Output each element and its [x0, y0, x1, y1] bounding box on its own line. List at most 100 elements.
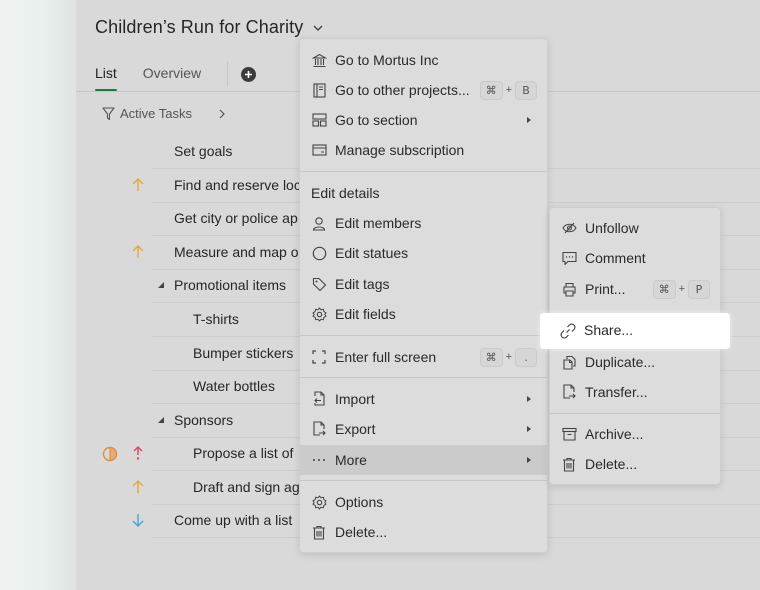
priority-high-icon — [131, 479, 145, 495]
task-title: T-shirts — [193, 311, 239, 327]
menu-item-comment[interactable]: Comment — [550, 243, 720, 273]
menu-item-options[interactable]: Options — [300, 487, 547, 517]
task-title: Propose a list of — [193, 445, 294, 461]
bank-icon — [311, 52, 327, 68]
submenu-arrow-icon — [527, 117, 531, 123]
menu-item-label: Export — [335, 421, 376, 437]
duplicate-icon — [561, 354, 577, 370]
menu-item-label: Delete... — [585, 456, 638, 472]
menu-item-unfollow[interactable]: Unfollow — [550, 213, 720, 243]
task-title: Set goals — [174, 143, 233, 159]
shortcut-hint: ⌘ + . — [479, 347, 537, 367]
menu-item-label: Go to other projects... — [335, 82, 470, 98]
priority-high-icon — [131, 244, 145, 260]
comment-icon — [561, 250, 577, 266]
menu-item-label: Share... — [584, 322, 634, 338]
task-group-title: Sponsors — [174, 412, 234, 428]
menu-separator — [550, 413, 720, 414]
task-title: Get city or police ap — [174, 210, 298, 226]
menu-item-delete[interactable]: Delete... — [300, 517, 547, 547]
chevron-right-icon[interactable] — [219, 109, 225, 119]
shortcut-hint: ⌘ + B — [479, 80, 537, 100]
menu-item-label: Duplicate... — [585, 354, 656, 370]
menu-item-go-to-other-projects[interactable]: Go to other projects... ⌘ + B — [300, 75, 547, 105]
gear-icon — [311, 494, 327, 510]
chevron-down-icon[interactable] — [311, 21, 325, 35]
menu-separator — [300, 335, 547, 336]
menu-item-import[interactable]: Import — [300, 384, 547, 414]
menu-item-label: Manage subscription — [335, 142, 465, 158]
card-icon — [311, 142, 327, 158]
menu-item-label: Go to section — [335, 112, 418, 128]
menu-item-label: Edit tags — [335, 276, 390, 292]
priority-high-icon — [131, 177, 145, 193]
menu-separator — [300, 480, 547, 481]
menu-item-edit-fields[interactable]: Edit fields — [300, 299, 547, 329]
menu-separator — [300, 377, 547, 378]
menu-item-label: Import — [335, 391, 375, 407]
trash-icon — [311, 524, 327, 540]
menu-item-share[interactable]: Share... — [540, 313, 730, 349]
menu-section-heading: Edit details — [311, 185, 380, 201]
tab-overview[interactable]: Overview — [143, 58, 201, 92]
menu-item-label: Edit members — [335, 215, 422, 231]
submenu-arrow-icon — [527, 426, 531, 432]
menu-item-label: Options — [335, 494, 384, 510]
menu-item-label: Edit statues — [335, 245, 409, 261]
project-title: Children’s Run for Charity — [95, 17, 304, 37]
menu-item-label: Delete... — [335, 524, 388, 540]
shortcut-hint: ⌘ + P — [652, 279, 710, 299]
tab-divider — [227, 61, 229, 87]
circle-icon — [311, 245, 327, 261]
menu-item-archive[interactable]: Archive... — [550, 419, 720, 449]
tab-list[interactable]: List — [95, 58, 117, 92]
menu-item-duplicate[interactable]: Duplicate... — [550, 347, 720, 377]
menu-item-manage-subscription[interactable]: Manage subscription — [300, 135, 547, 165]
menu-item-edit-members[interactable]: Edit members — [300, 208, 547, 238]
menu-item-go-to-mortus[interactable]: Go to Mortus Inc — [300, 45, 547, 75]
shortcut-key: P — [688, 279, 710, 299]
menu-item-label: Print... — [585, 281, 626, 297]
status-in-progress-icon[interactable] — [102, 446, 118, 462]
task-group-title: Promotional items — [174, 277, 287, 293]
task-title: Come up with a list — [174, 512, 293, 528]
menu-item-edit-tags[interactable]: Edit tags — [300, 269, 547, 299]
menu-item-export[interactable]: Export — [300, 414, 547, 444]
shortcut-key: B — [515, 80, 537, 100]
collapse-triangle-icon[interactable] — [158, 417, 166, 425]
layout-icon — [311, 112, 327, 128]
collapse-triangle-icon[interactable] — [158, 282, 166, 290]
printer-icon — [561, 281, 577, 297]
shortcut-plus: + — [678, 283, 685, 295]
shortcut-key: ⌘ — [479, 347, 503, 367]
menu-item-transfer[interactable]: Transfer... — [550, 377, 720, 407]
tag-icon — [311, 276, 327, 292]
menu-item-label: Unfollow — [585, 220, 639, 236]
sidebar-backdrop — [0, 0, 76, 590]
priority-urgent-icon — [131, 445, 145, 461]
trash-icon — [561, 456, 577, 472]
menu-item-print[interactable]: Print... ⌘ + P — [550, 274, 720, 304]
add-view-button[interactable] — [241, 67, 257, 82]
menu-item-edit-statuses[interactable]: Edit statues — [300, 238, 547, 268]
menu-item-go-to-section[interactable]: Go to section — [300, 105, 547, 135]
archive-icon — [561, 426, 577, 442]
view-tabs: List Overview — [95, 58, 257, 92]
export-icon — [311, 421, 327, 437]
filter-label: Active Tasks — [120, 106, 193, 121]
filter-button[interactable]: Active Tasks — [102, 106, 225, 121]
task-title: Measure and map o — [174, 244, 299, 260]
task-title: Draft and sign ag — [193, 479, 300, 495]
shortcut-key: ⌘ — [652, 279, 676, 299]
menu-item-delete[interactable]: Delete... — [550, 449, 720, 479]
ellipsis-icon — [311, 452, 327, 468]
menu-item-more[interactable]: More — [300, 445, 547, 475]
import-icon — [311, 391, 327, 407]
fullscreen-icon — [311, 349, 327, 365]
menu-item-enter-full-screen[interactable]: Enter full screen ⌘ + . — [300, 342, 547, 372]
filter-icon — [102, 106, 115, 120]
priority-low-icon — [131, 512, 145, 528]
submenu-arrow-icon — [527, 457, 531, 463]
plus-icon — [245, 71, 253, 78]
gear-icon — [311, 306, 327, 322]
